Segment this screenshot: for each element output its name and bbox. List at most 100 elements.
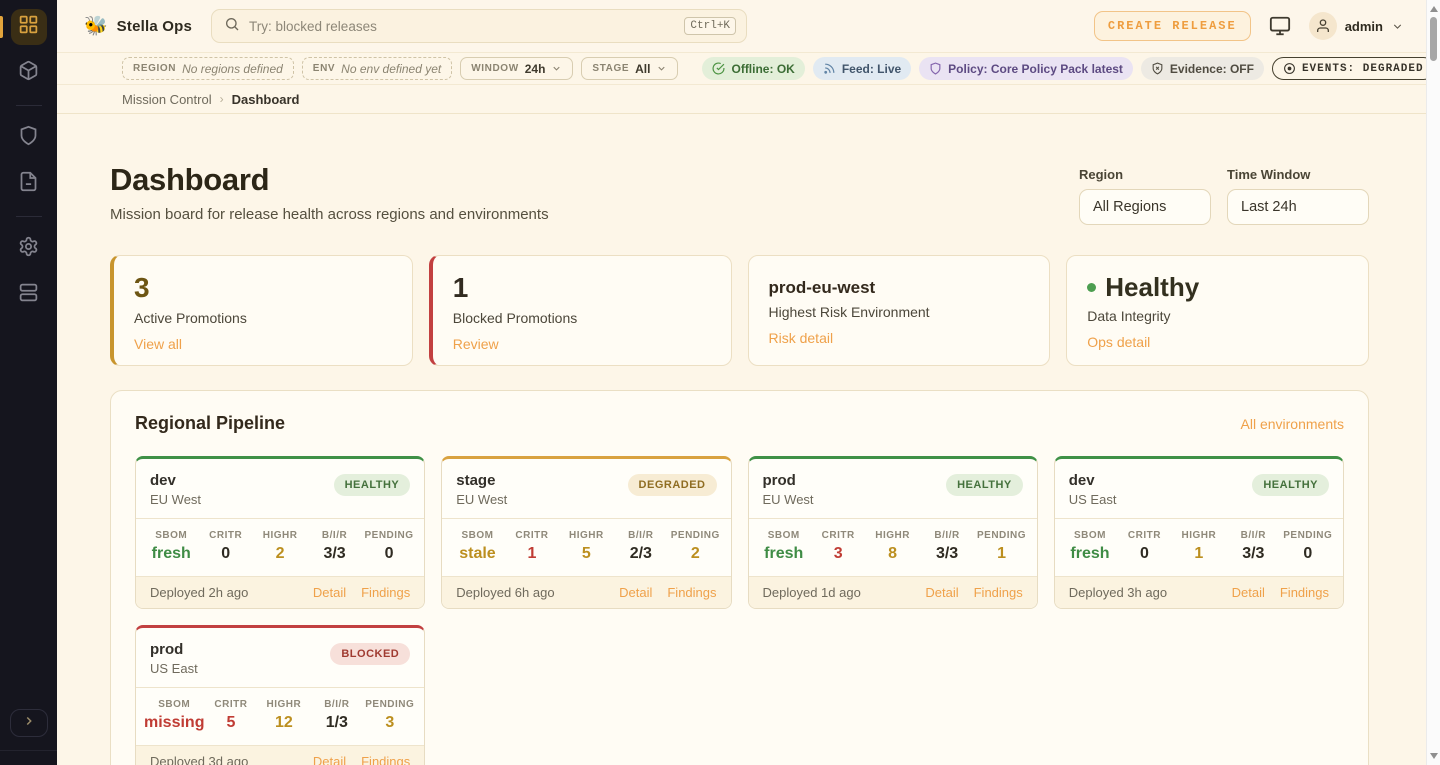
stat-label: CRITR [811,530,865,541]
check-circle-icon [712,62,725,75]
stat-pending: PENDING3 [363,699,416,732]
stat-critr: CRITR1 [505,530,559,563]
risk-detail-link[interactable]: Risk detail [769,330,834,346]
stat-highr: HIGHR2 [253,530,307,563]
offline-status-pill[interactable]: Offline: OK [702,57,804,80]
sidebar-item-dashboard[interactable] [11,9,47,45]
stage-filter-chip[interactable]: STAGE All [581,57,678,80]
stat-value: 3/3 [920,545,974,563]
sidebar-divider [16,216,42,217]
environment-grid: dev EU West HEALTHY SBOMfresh CRITR0 HIG… [135,456,1344,765]
user-menu[interactable]: admin [1309,12,1404,40]
gear-icon [18,236,39,262]
region-select[interactable]: All Regions [1079,189,1211,225]
stat-critr: CRITR0 [198,530,252,563]
create-release-button[interactable]: CREATE RELEASE [1094,11,1251,41]
pill-label: EVENTS: DEGRADED [1302,63,1424,75]
brand: 🐝 Stella Ops [84,14,192,38]
monitor-icon[interactable] [1269,15,1291,37]
pill-label: Feed: Live [842,62,901,76]
deployed-time: Deployed 2h ago [150,585,248,600]
scroll-up-arrow[interactable] [1430,6,1438,12]
stat-sbom: SBOMfresh [757,530,811,563]
policy-status-pill[interactable]: Policy: Core Policy Pack latest [919,57,1133,80]
stat-bir: B/I/R3/3 [920,530,974,563]
pill-label: Offline: OK [731,62,794,76]
sidebar-item-settings[interactable] [11,231,47,267]
window-filter-chip[interactable]: WINDOW 24h [460,57,573,80]
stat-label: CRITR [1117,530,1171,541]
ops-detail-link[interactable]: Ops detail [1087,334,1150,350]
env-filter-chip[interactable]: ENV No env defined yet [302,57,452,80]
stat-highr: HIGHR5 [559,530,613,563]
stat-label: HIGHR [1172,530,1226,541]
scrollbar-thumb[interactable] [1430,17,1437,61]
stat-label: PENDING [668,530,722,541]
active-promotions-card: 3 Active Promotions View all [110,255,413,366]
env-name: dev [150,472,201,489]
stat-value: missing [144,714,204,732]
stat-pending: PENDING0 [362,530,416,563]
stat-label: HIGHR [257,699,310,710]
package-icon [18,60,39,86]
stat-label: CRITR [198,530,252,541]
findings-link[interactable]: Findings [974,585,1023,600]
all-environments-link[interactable]: All environments [1241,416,1345,432]
region-select-value: All Regions [1093,199,1166,215]
data-integrity-card: Healthy Data Integrity Ops detail [1066,255,1369,366]
card-label: Blocked Promotions [453,310,711,326]
feed-status-pill[interactable]: Feed: Live [813,57,911,80]
deployed-time: Deployed 6h ago [456,585,554,600]
status-badge: BLOCKED [330,643,410,665]
sidebar-item-documents[interactable] [11,166,47,202]
findings-link[interactable]: Findings [667,585,716,600]
app-logo: 🐝 [84,14,108,38]
stat-pending: PENDING2 [668,530,722,563]
chip-value: All [635,62,650,76]
stat-value: fresh [1063,545,1117,563]
detail-link[interactable]: Detail [619,585,652,600]
events-status-pill[interactable]: EVENTS: DEGRADED [1272,57,1435,80]
review-link[interactable]: Review [453,336,499,352]
document-icon [18,171,39,197]
chevron-right-icon: › [220,92,224,106]
findings-link[interactable]: Findings [1280,585,1329,600]
search-input[interactable]: Try: blocked releases Ctrl+K [211,9,747,43]
search-placeholder: Try: blocked releases [249,19,675,34]
env-name: stage [456,472,507,489]
scroll-down-arrow[interactable] [1430,753,1438,759]
time-window-select[interactable]: Last 24h [1227,189,1369,225]
sidebar-expand-button[interactable] [10,709,48,737]
detail-link[interactable]: Detail [925,585,958,600]
stat-bir: B/I/R3/3 [1226,530,1280,563]
findings-link[interactable]: Findings [361,754,410,765]
sidebar-item-infrastructure[interactable] [11,277,47,313]
shield-icon [929,62,942,75]
stat-label: HIGHR [865,530,919,541]
status-bar: REGION No regions defined ENV No env def… [57,53,1426,85]
stat-highr: HIGHR1 [1172,530,1226,563]
main-content: Dashboard Mission board for release heal… [57,114,1426,765]
sidebar [0,0,57,765]
stat-critr: CRITR0 [1117,530,1171,563]
detail-link[interactable]: Detail [313,754,346,765]
stat-sbom: SBOMmissing [144,699,204,732]
stat-label: B/I/R [1226,530,1280,541]
stat-label: HIGHR [559,530,613,541]
sidebar-item-releases[interactable] [11,55,47,91]
view-all-link[interactable]: View all [134,336,182,352]
findings-link[interactable]: Findings [361,585,410,600]
stat-sbom: SBOMfresh [144,530,198,563]
stat-label: PENDING [363,699,416,710]
breadcrumb-mission-control[interactable]: Mission Control [122,92,212,107]
detail-link[interactable]: Detail [1232,585,1265,600]
env-region: EU West [150,492,201,507]
stat-sbom: SBOMfresh [1063,530,1117,563]
stat-label: SBOM [144,530,198,541]
detail-link[interactable]: Detail [313,585,346,600]
evidence-status-pill[interactable]: Evidence: OFF [1141,57,1264,80]
stat-value: 2 [253,545,307,563]
vertical-scrollbar[interactable] [1426,0,1440,765]
sidebar-item-security[interactable] [11,120,47,156]
region-filter-chip[interactable]: REGION No regions defined [122,57,294,80]
